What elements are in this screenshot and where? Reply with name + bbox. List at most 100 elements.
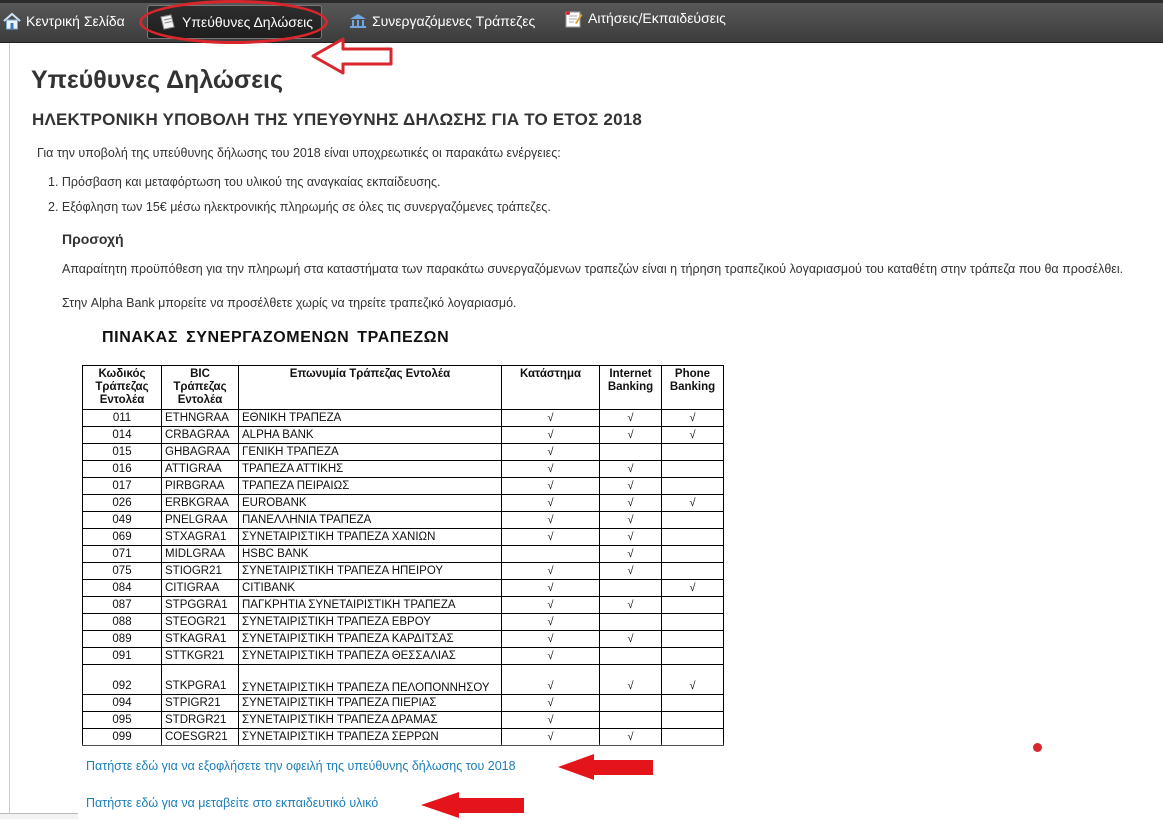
cell-internet-banking: √ [599,494,662,512]
nav-banks-label: Συνεργαζόμενες Τράπεζες [372,13,536,29]
cell-bank-code: 014 [82,426,162,444]
cell-branch: √ [501,494,600,512]
table-row: 089 STKAGRA1 ΣΥΝΕΤΑΙΡΙΣΤΙΚΗ ΤΡΑΠΕΖΑ ΚΑΡΔΙΤ… [82,630,724,648]
cell-branch: √ [501,664,600,695]
header-bank-code: Κωδικός Τράπεζας Εντολέα [82,365,162,410]
cell-internet-banking: √ [599,596,662,614]
cell-phone-banking [661,630,724,648]
cell-internet-banking [599,694,662,712]
cell-branch: √ [501,477,600,495]
cell-bank-code: 015 [82,443,162,461]
cell-internet-banking: √ [599,562,662,580]
cell-branch: √ [501,630,600,648]
cell-phone-banking [661,613,724,631]
intro-text: Για την υποβολή της υπεύθυνης δήλωσης το… [37,146,561,160]
nav-banks[interactable]: Συνεργαζόμενες Τράπεζες [348,5,535,37]
cell-internet-banking: √ [599,528,662,546]
cell-bank-name: HSBC BANK [238,545,502,563]
table-row: 026 ERBKGRAA EUROBANK √ √ √ [82,494,724,512]
cell-phone-banking [661,647,724,665]
table-row: 087 STPGGRA1 ΠΑΓΚΡΗΤΙΑ ΣΥΝΕΤΑΙΡΙΣΤΙΚΗ ΤΡΑΠ… [82,596,724,614]
page-title: Υπεύθυνες Δηλώσεις [31,66,283,94]
cell-internet-banking [599,613,662,631]
header-bank-name: Επωνυμία Τράπεζας Εντολέα [238,365,502,410]
cell-internet-banking: √ [599,460,662,478]
cell-phone-banking [661,711,724,729]
table-header-row: Κωδικός Τράπεζας Εντολέα BIC Τράπεζας Εν… [82,365,724,410]
cell-bank-code: 084 [82,579,162,597]
cell-internet-banking: √ [599,426,662,444]
header-internet-banking: Internet Banking [599,365,662,410]
cell-bank-code: 088 [82,613,162,631]
cell-branch: √ [501,694,600,712]
annotation-arrow-pay [558,754,653,780]
cell-bank-name: ALPHA BANK [238,426,502,444]
applications-icon [564,9,584,28]
table-body: 011 ETHNGRAA ΕΘΝΙΚΗ ΤΡΑΠΕΖΑ √ √ √ 014 CRBAGRAA A… [82,409,724,746]
cell-bic: STKAGRA1 [161,630,239,648]
cell-bic: ETHNGRAA [161,409,239,427]
cell-branch: √ [501,409,600,427]
cell-branch: √ [501,596,600,614]
cell-bank-code: 092 [82,664,162,695]
nav-home[interactable]: Κεντρική Σελίδα [2,5,125,37]
cell-internet-banking: √ [599,630,662,648]
cell-bic: STKPGRA1 [161,664,239,695]
cell-internet-banking: √ [599,664,662,695]
cell-bank-code: 026 [82,494,162,512]
cell-bank-name: ΣΥΝΕΤΑΙΡΙΣΤΙΚΗ ΤΡΑΠΕΖΑ ΘΕΣΣΑΛΙΑΣ [238,647,502,665]
cell-internet-banking [599,647,662,665]
cell-bank-name: ΤΡΑΠΕΖΑ ΑΤΤΙΚΗΣ [238,460,502,478]
cell-phone-banking [661,694,724,712]
partner-banks-table: Κωδικός Τράπεζας Εντολέα BIC Τράπεζας Εν… [82,365,724,746]
cell-phone-banking [661,443,724,461]
cell-bank-code: 091 [82,647,162,665]
cell-bank-name: ΣΥΝΕΤΑΙΡΙΣΤΙΚΗ ΤΡΑΠΕΖΑ ΠΕΛΟΠΟΝΝΗΣΟΥ [238,664,502,695]
cell-bank-code: 069 [82,528,162,546]
table-row: 049 PNELGRAA ΠΑΝΕΛΛΗΝΙΑ ΤΡΑΠΕΖΑ √ √ [82,511,724,529]
nav-home-label: Κεντρική Σελίδα [26,13,125,29]
cell-bank-name: ΓΕΝΙΚΗ ΤΡΑΠΕΖΑ [238,443,502,461]
header-phone-banking: Phone Banking [661,365,724,410]
header-bic: BIC Τράπεζας Εντολέα [161,365,239,410]
cell-phone-banking: √ [661,409,724,427]
cell-bic: STPGGRA1 [161,596,239,614]
nav-applications[interactable]: Αιτήσεις/Εκπαιδεύσεις [564,2,726,34]
table-row: 017 PIRBGRAA ΤΡΑΠΕΖΑ ΠΕΙΡΑΙΩΣ √ √ [82,477,724,495]
caution-heading: Προσοχή [62,231,124,247]
cell-bic: ATTIGRAA [161,460,239,478]
cell-bank-name: ΣΥΝΕΤΑΙΡΙΣΤΙΚΗ ΤΡΑΠΕΖΑ ΗΠΕΙΡΟΥ [238,562,502,580]
pay-declaration-link[interactable]: Πατήστε εδώ για να εξοφλήσετε την οφειλή… [86,759,516,773]
cell-bank-name: ΣΥΝΕΤΑΙΡΙΣΤΙΚΗ ΤΡΑΠΕΖΑ ΕΒΡΟΥ [238,613,502,631]
cell-bic: STIOGR21 [161,562,239,580]
nav-applications-label: Αιτήσεις/Εκπαιδεύσεις [588,10,726,26]
annotation-ellipse [139,0,328,44]
table-row: 014 CRBAGRAA ALPHA BANK √ √ √ [82,426,724,444]
cell-internet-banking: √ [599,477,662,495]
cell-internet-banking: √ [599,511,662,529]
banks-table-title: ΠΙΝΑΚΑΣ ΣΥΝΕΡΓΑΖΟΜΕΝΩΝ ΤΡΑΠΕΖΩΝ [102,329,450,346]
caution-text: Απαραίτητη προϋπόθεση για την πληρωμή στ… [62,262,1124,276]
cell-bic: STTKGR21 [161,647,239,665]
cell-bank-code: 094 [82,694,162,712]
required-steps-list: 1. Πρόσβαση και μεταφόρτωση του υλικού τ… [48,175,551,225]
table-row: 088 STEOGR21 ΣΥΝΕΤΑΙΡΙΣΤΙΚΗ ΤΡΑΠΕΖΑ ΕΒΡΟΥ √ [82,613,724,631]
cell-bic: CRBAGRAA [161,426,239,444]
cell-bic: PIRBGRAA [161,477,239,495]
cell-bic: ERBKGRAA [161,494,239,512]
table-row: 084 CITIGRAA CITIBANK √ √ [82,579,724,597]
training-material-link[interactable]: Πατήστε εδώ για να μεταβείτε στο εκπαιδε… [86,796,378,810]
cell-phone-banking: √ [661,426,724,444]
table-row: 091 STTKGR21 ΣΥΝΕΤΑΙΡΙΣΤΙΚΗ ΤΡΑΠΕΖΑ ΘΕΣΣΑΛ… [82,647,724,665]
cell-bic: CITIGRAA [161,579,239,597]
cell-phone-banking [661,460,724,478]
cell-phone-banking [661,528,724,546]
cell-bank-code: 087 [82,596,162,614]
cell-bic: PNELGRAA [161,511,239,529]
cell-bic: STPIGR21 [161,694,239,712]
cell-internet-banking [599,579,662,597]
cell-bic: STXAGRA1 [161,528,239,546]
cell-phone-banking: √ [661,579,724,597]
cell-branch [501,545,600,563]
table-row: 075 STIOGR21 ΣΥΝΕΤΑΙΡΙΣΤΙΚΗ ΤΡΑΠΕΖΑ ΗΠΕΙΡΟ… [82,562,724,580]
